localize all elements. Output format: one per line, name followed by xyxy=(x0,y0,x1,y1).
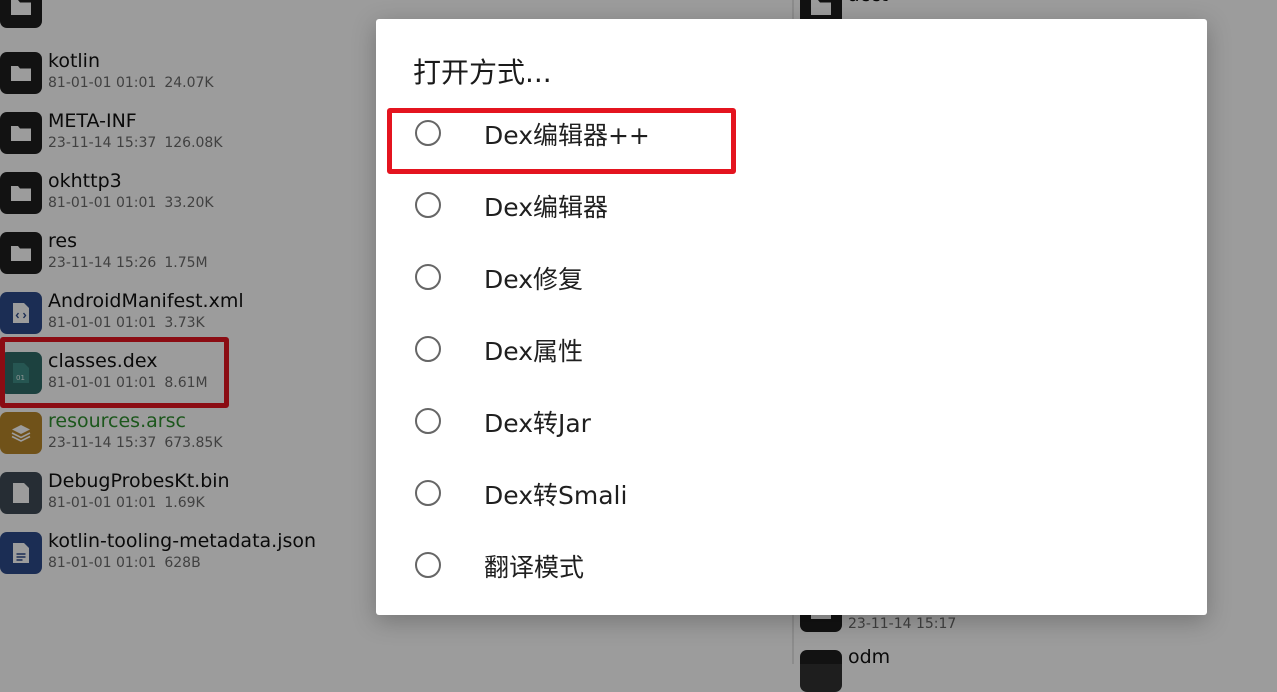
option-dex-properties[interactable]: Dex属性 xyxy=(376,315,1207,387)
option-label: Dex修复 xyxy=(484,265,583,294)
option-dex-to-jar[interactable]: Dex转Jar xyxy=(376,387,1207,459)
radio-button[interactable] xyxy=(415,480,441,506)
dialog-title: 打开方式... xyxy=(413,56,552,89)
option-translate-mode[interactable]: 翻译模式 xyxy=(376,531,1207,603)
option-dex-repair[interactable]: Dex修复 xyxy=(376,243,1207,315)
dex-editor-plus-highlight xyxy=(387,108,736,174)
radio-button[interactable] xyxy=(415,336,441,362)
radio-button[interactable] xyxy=(415,408,441,434)
option-label: 翻译模式 xyxy=(484,553,585,582)
option-label: Dex编辑器 xyxy=(484,193,608,222)
option-dex-to-smali[interactable]: Dex转Smali xyxy=(376,459,1207,531)
option-dex-editor[interactable]: Dex编辑器 xyxy=(376,171,1207,243)
option-label: Dex转Jar xyxy=(484,409,591,438)
radio-button[interactable] xyxy=(415,192,441,218)
radio-button[interactable] xyxy=(415,264,441,290)
open-with-dialog: 打开方式... Dex编辑器++ Dex编辑器 Dex修复 Dex属性 Dex转… xyxy=(376,19,1207,615)
option-label: Dex属性 xyxy=(484,337,583,366)
option-label: Dex转Smali xyxy=(484,481,628,510)
radio-button[interactable] xyxy=(415,552,441,578)
